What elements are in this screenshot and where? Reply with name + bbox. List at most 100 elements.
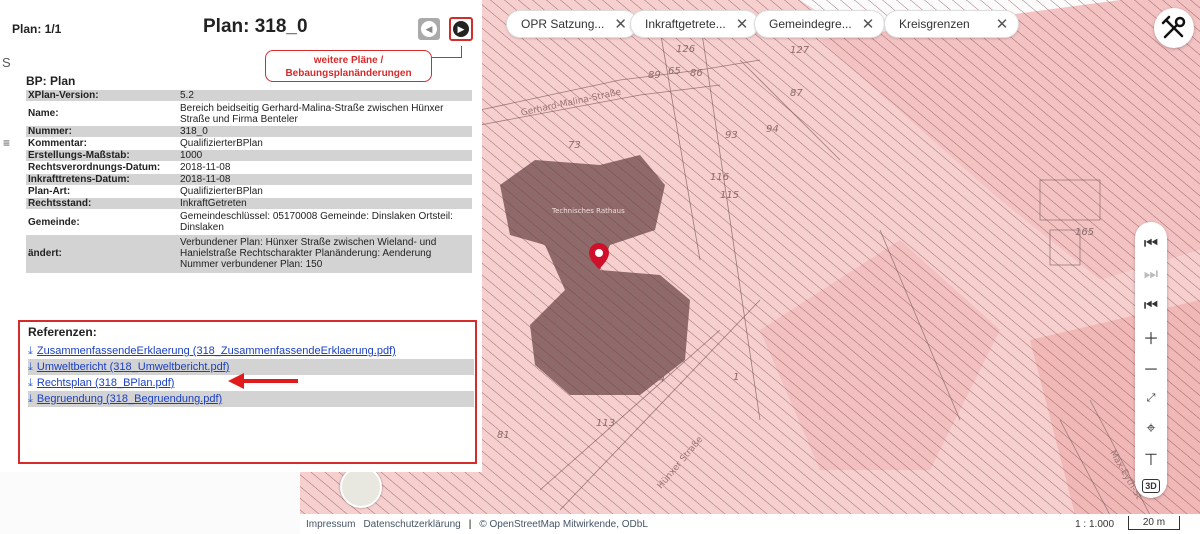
table-row: Rechtsverordnungs-Datum: 2018-11-08 — [26, 161, 472, 174]
table-row: ändert: Verbundener Plan: Hünxer Straße z… — [26, 234, 472, 273]
annotation-callout: weitere Pläne / Bebaungsplanänderungen — [265, 50, 432, 82]
table-row: Kommentar: QualifizierterBPlan — [26, 137, 472, 150]
plan-info-panel: S ≡ Plan: 1/1 Plan: 318_0 ◀ ▶ weitere Pl… — [0, 0, 482, 472]
close-icon[interactable]: ✕ — [736, 17, 749, 32]
parcel-number: 165 — [1075, 227, 1095, 238]
attr-value: 1000 — [178, 149, 472, 162]
callout-line2: Bebaungsplanänderungen — [285, 68, 412, 79]
chip-label: OPR Satzung... — [521, 17, 605, 31]
references-section: Referenzen: ⤓ ZusammenfassendeErklaerung … — [18, 320, 477, 464]
callout-line1: weitere Pläne / — [313, 55, 384, 66]
parcel-number: 73 — [568, 140, 581, 151]
first-icon[interactable]: ⏮ — [1139, 232, 1163, 256]
attr-value: Bereich beidseitig Gerhard-Malina-Straße… — [180, 102, 444, 125]
parcel-number: 113 — [596, 418, 616, 429]
filter-chip-gemeindegrenzen[interactable]: Gemeindegre... ✕ — [754, 10, 886, 38]
parcel-number: 115 — [720, 190, 740, 201]
parcel-number: 1 — [733, 372, 740, 383]
parcel-number: 127 — [790, 45, 810, 56]
tools-button[interactable] — [1154, 8, 1194, 48]
attr-key: Gemeinde: — [28, 216, 80, 228]
fullscreen-icon[interactable]: ⤢ — [1139, 387, 1163, 411]
attr-key: Name: — [28, 108, 59, 119]
table-row: Nummer: 318_0 — [26, 125, 472, 138]
chip-label: Gemeindegre... — [769, 17, 852, 31]
attribution[interactable]: © OpenStreetMap Mitwirkende, ODbL — [479, 519, 648, 530]
zoom-out-icon[interactable]: － — [1139, 356, 1163, 380]
attr-key: Rechtsverordnungs-Datum: — [28, 162, 161, 173]
filter-chip-inkraftgetreten[interactable]: Inkraftgetrete... ✕ — [630, 10, 760, 38]
attr-value: Gemeindeschlüssel: 05170008 Gemeinde: Di… — [180, 211, 453, 233]
attribute-table: XPlan-Version: 5.2 Name: Bereich beidseiti… — [26, 89, 472, 273]
plan-count: Plan: 1/1 — [12, 22, 62, 36]
side-divider: ≡ — [3, 136, 11, 150]
plan-title: Plan: 318_0 — [203, 16, 308, 37]
parcel-number: 94 — [766, 124, 779, 135]
list-item[interactable]: ⤓ ZusammenfassendeErklaerung (318_Zusamme… — [28, 343, 474, 359]
reference-link[interactable]: Umweltbericht (318_Umweltbericht.pdf) — [37, 361, 230, 373]
attr-key: Erstellungs-Maßstab: — [26, 149, 178, 162]
list-item[interactable]: ⤓ Begruendung (318_Begruendung.pdf) — [28, 391, 474, 407]
3d-icon[interactable]: 3D — [1142, 479, 1160, 493]
parcel-number: 114 — [646, 374, 666, 385]
panel-header: Plan: 1/1 Plan: 318_0 ◀ ▶ — [0, 0, 482, 48]
table-row: Name: Bereich beidseitig Gerhard-Malina-S… — [26, 101, 472, 126]
table-row: Inkrafttretens-Datum: 2018-11-08 — [26, 173, 472, 186]
callout-connector — [432, 46, 462, 58]
parcel-number: 65 — [668, 66, 681, 77]
attr-value: 2018-11-08 — [178, 173, 472, 186]
attr-value: 2018-11-08 — [180, 162, 231, 173]
next-icon[interactable]: ⏭ — [1139, 263, 1163, 287]
previous-icon[interactable]: ⏮ — [1139, 294, 1163, 318]
table-row: Rechtsstand: InkraftGetreten — [26, 197, 472, 210]
side-letter: S — [2, 55, 11, 70]
impressum-link[interactable]: Impressum — [306, 519, 355, 530]
attr-value: 5.2 — [178, 89, 472, 102]
location-marker-icon[interactable] — [589, 243, 609, 272]
references-title: Referenzen: — [28, 325, 97, 339]
parcel-number: 87 — [790, 88, 803, 99]
attr-key: Kommentar: — [28, 138, 87, 149]
attr-value: InkraftGetreten — [178, 197, 472, 210]
close-icon[interactable]: ✕ — [614, 17, 627, 32]
reference-link[interactable]: Begruendung (318_Begruendung.pdf) — [37, 393, 222, 405]
parcel-number: 116 — [710, 172, 730, 183]
attr-key: ändert: — [26, 234, 178, 273]
attr-key: Nummer: — [26, 125, 178, 138]
arrow-left-icon: ◀ — [421, 21, 437, 37]
arrow-right-icon: ▶ — [453, 21, 469, 37]
bottom-bar: Impressum Datenschutzerklärung | © OpenS… — [300, 514, 1200, 534]
tools-icon — [1161, 15, 1186, 39]
download-icon: ⤓ — [28, 344, 33, 357]
compass-icon[interactable] — [340, 466, 382, 508]
location-icon[interactable]: ⌖ — [1139, 417, 1163, 441]
filter-chip-kreisgrenzen[interactable]: Kreisgrenzen ✕ — [884, 10, 1020, 38]
close-icon[interactable]: ✕ — [862, 17, 875, 32]
annotation-arrow-icon — [228, 373, 298, 389]
chip-label: Inkraftgetrete... — [645, 17, 726, 31]
parcel-number: 93 — [725, 130, 738, 141]
separator: | — [468, 518, 472, 530]
table-row: XPlan-Version: 5.2 — [26, 89, 472, 102]
filter-chip-opr-satzung[interactable]: OPR Satzung... ✕ — [506, 10, 638, 38]
scale-bar: 20 m — [1128, 516, 1180, 530]
attr-value: QualifizierterBPlan — [180, 186, 263, 197]
attr-key: Rechtsstand: — [26, 197, 178, 210]
reference-link[interactable]: ZusammenfassendeErklaerung (318_Zusammen… — [37, 345, 396, 357]
attr-key: Plan-Art: — [28, 186, 71, 197]
next-plan-button[interactable]: ▶ — [449, 17, 473, 41]
table-row: Plan-Art: QualifizierterBPlan — [26, 185, 472, 198]
reference-link[interactable]: Rechtsplan (318_BPlan.pdf) — [37, 377, 175, 389]
close-icon[interactable]: ✕ — [996, 17, 1009, 32]
map-toolbar: ⏮ ⏭ ⏮ ＋ － ⤢ ⌖ ⊤ 3D — [1135, 222, 1167, 498]
datenschutz-link[interactable]: Datenschutzerklärung — [363, 519, 460, 530]
parcel-number: 89 — [648, 70, 661, 81]
parcel-number: 86 — [690, 68, 703, 79]
signpost-icon[interactable]: ⊤ — [1139, 448, 1163, 472]
download-icon: ⤓ — [28, 360, 33, 373]
scale-text: 1 : 1.000 — [1075, 518, 1114, 530]
previous-plan-button[interactable]: ◀ — [418, 18, 440, 40]
zoom-in-icon[interactable]: ＋ — [1139, 325, 1163, 349]
attr-value: Verbundener Plan: Hünxer Straße zwischen… — [178, 234, 472, 273]
attr-key: Inkrafttretens-Datum: — [26, 173, 178, 186]
